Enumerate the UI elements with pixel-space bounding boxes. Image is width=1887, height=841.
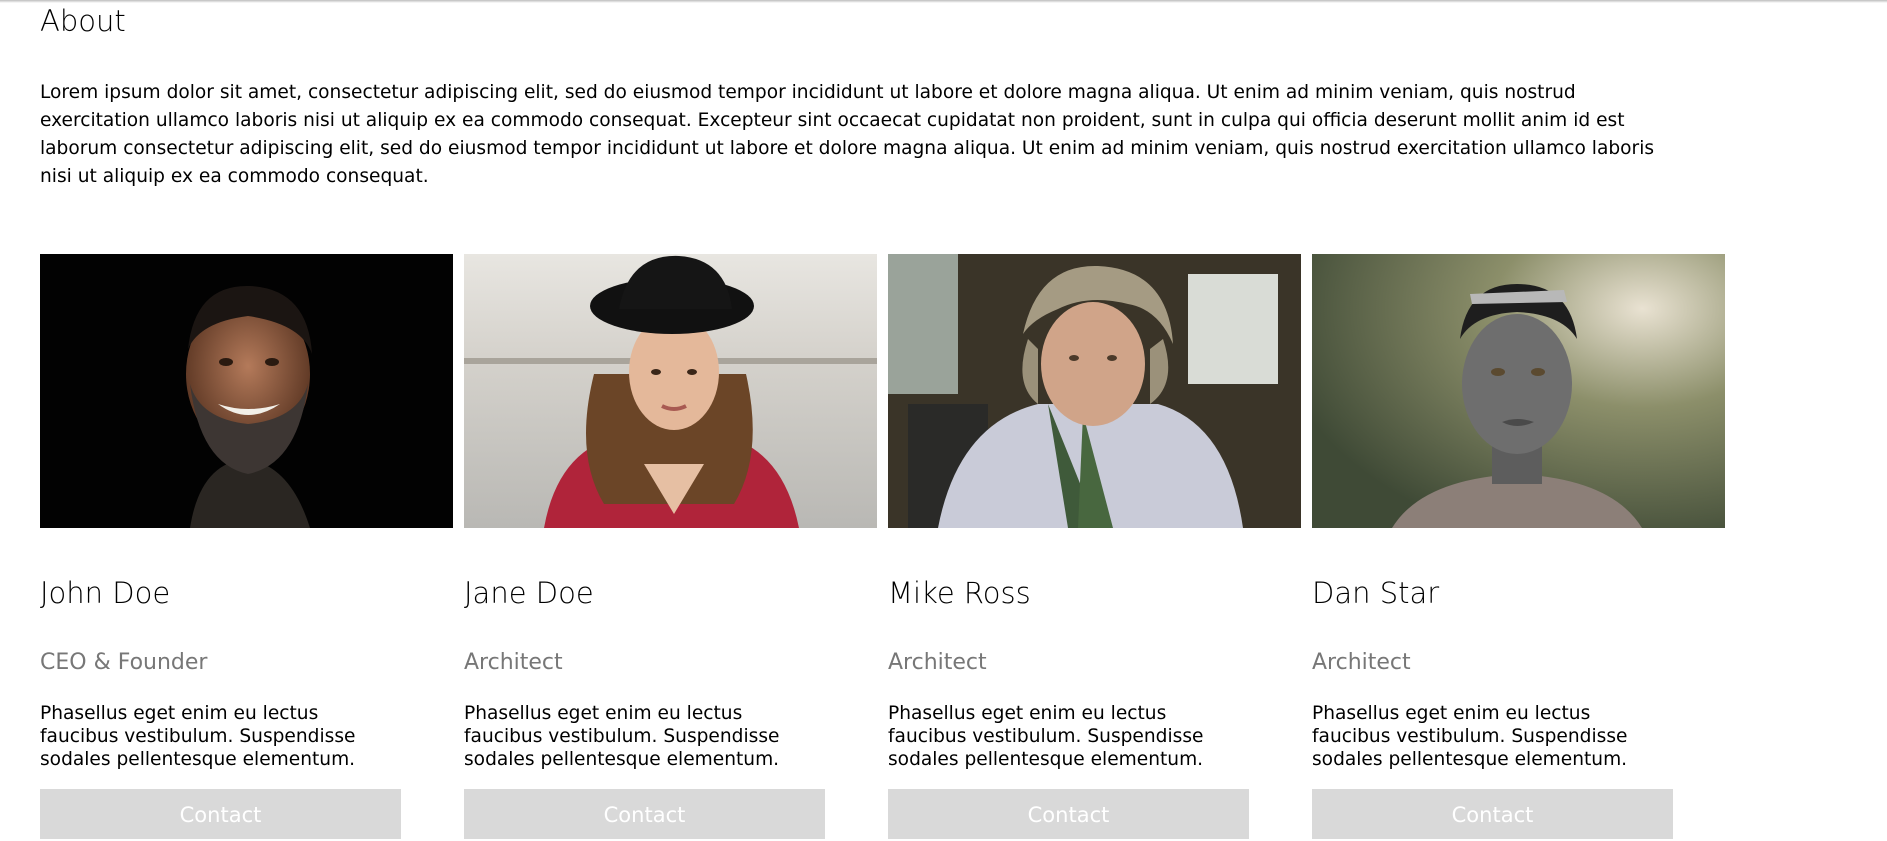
page-title: About xyxy=(40,4,126,38)
team-member-role: Architect xyxy=(464,650,563,675)
team-member-description: Phasellus eget enim eu lectus faucibus v… xyxy=(888,703,1204,770)
contact-button[interactable]: Contact xyxy=(1312,789,1673,839)
team-member-description: Phasellus eget enim eu lectus faucibus v… xyxy=(464,703,780,770)
contact-button[interactable]: Contact xyxy=(888,789,1249,839)
team-member-photo xyxy=(40,254,453,528)
team-member-name: John Doe xyxy=(40,576,171,610)
team-member-name: Dan Star xyxy=(1312,576,1440,610)
team-member-role: Architect xyxy=(1312,650,1411,675)
team-member-photo xyxy=(888,254,1301,528)
team-member-photo xyxy=(464,254,877,528)
contact-button[interactable]: Contact xyxy=(40,789,401,839)
team-member-description: Phasellus eget enim eu lectus faucibus v… xyxy=(40,703,356,770)
team-member-role: Architect xyxy=(888,650,987,675)
contact-button[interactable]: Contact xyxy=(464,789,825,839)
top-shadow xyxy=(0,0,1887,3)
about-paragraph: Lorem ipsum dolor sit amet, consectetur … xyxy=(40,82,1655,187)
team-member-name: Jane Doe xyxy=(464,576,594,610)
team-member-name: Mike Ross xyxy=(888,576,1031,610)
team-member-description: Phasellus eget enim eu lectus faucibus v… xyxy=(1312,703,1628,770)
team-member-photo xyxy=(1312,254,1725,528)
team-member-role: CEO & Founder xyxy=(40,650,208,675)
